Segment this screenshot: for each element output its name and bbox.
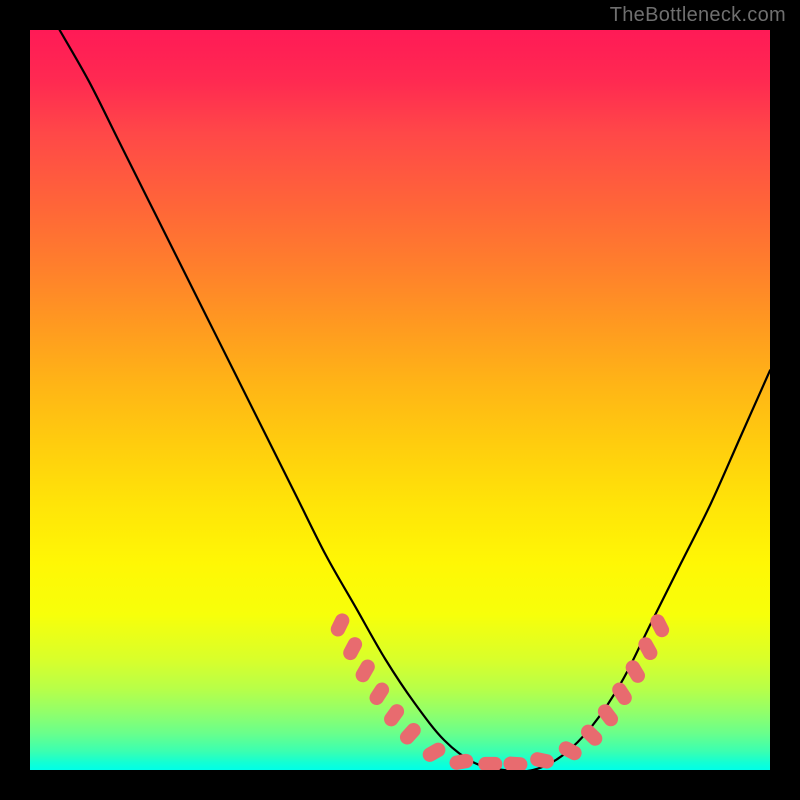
stadium-marker [478,757,502,770]
watermark-text: TheBottleneck.com [610,4,786,27]
stadium-marker [397,720,424,747]
stadium-marker [328,611,351,639]
bottleneck-curve [60,30,770,770]
stadium-marker [448,753,474,770]
stadium-marker [341,635,365,663]
stadium-marker [609,680,634,708]
chart-stage: TheBottleneck.com [0,0,800,800]
stadium-marker [381,701,407,729]
stadium-marker [367,680,392,708]
stadium-marker [648,612,672,640]
stadium-marker [529,751,555,770]
stadium-marker [595,701,621,729]
stadium-marker [556,739,584,763]
stadium-markers [328,611,671,770]
plot-area [30,30,770,770]
stadium-marker [578,722,605,749]
curve-layer [30,30,770,770]
stadium-marker [353,657,377,685]
stadium-marker [503,756,528,770]
stadium-marker [420,740,448,764]
